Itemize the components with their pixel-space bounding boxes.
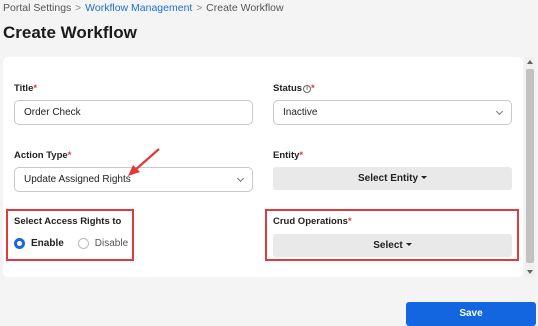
title-label: Title* (14, 83, 38, 94)
info-icon[interactable]: i (303, 85, 312, 93)
chevron-down-icon (495, 107, 504, 116)
title-input-value: Order Check (24, 107, 81, 118)
disable-radio-label[interactable]: Disable (95, 238, 128, 249)
caret-down-icon (405, 243, 412, 246)
page-title: Create Workflow (3, 23, 137, 42)
save-button[interactable]: Save (406, 302, 536, 326)
disable-radio[interactable] (77, 238, 89, 249)
status-select-value: Inactive (283, 107, 318, 118)
enable-radio[interactable] (14, 238, 25, 249)
select-entity-button[interactable]: Select Entity (273, 167, 512, 190)
vertical-scrollbar[interactable] (525, 57, 535, 277)
breadcrumb: Portal Settings > Workflow Management > … (3, 2, 284, 14)
scroll-up-icon[interactable] (527, 60, 533, 64)
crud-select-button[interactable]: Select (273, 234, 512, 257)
annotation-arrow-icon (128, 148, 160, 176)
scroll-down-icon[interactable] (527, 270, 533, 274)
chevron-down-icon (236, 174, 245, 183)
chevron-right-icon: > (196, 2, 203, 14)
access-rights-label: Select Access Rights to (14, 216, 122, 227)
breadcrumb-portal-settings[interactable]: Portal Settings (3, 2, 71, 14)
crud-operations-label: Crud Operations* (273, 216, 352, 227)
breadcrumb-workflow-management[interactable]: Workflow Management (85, 2, 192, 14)
title-input[interactable]: Order Check (14, 100, 253, 125)
status-label: Status i * (273, 83, 315, 94)
action-type-select-value: Update Assigned Rights (24, 174, 131, 185)
chevron-right-icon: > (75, 2, 82, 14)
action-type-label: Action Type* (14, 150, 72, 161)
status-select[interactable]: Inactive (273, 100, 512, 125)
enable-radio-label[interactable]: Enable (31, 238, 64, 249)
caret-down-icon (421, 176, 428, 179)
access-rights-radio-group: Enable Disable (14, 238, 128, 249)
breadcrumb-create-workflow: Create Workflow (206, 2, 284, 14)
scrollbar-thumb[interactable] (526, 69, 534, 263)
entity-label: Entity* (273, 150, 304, 161)
